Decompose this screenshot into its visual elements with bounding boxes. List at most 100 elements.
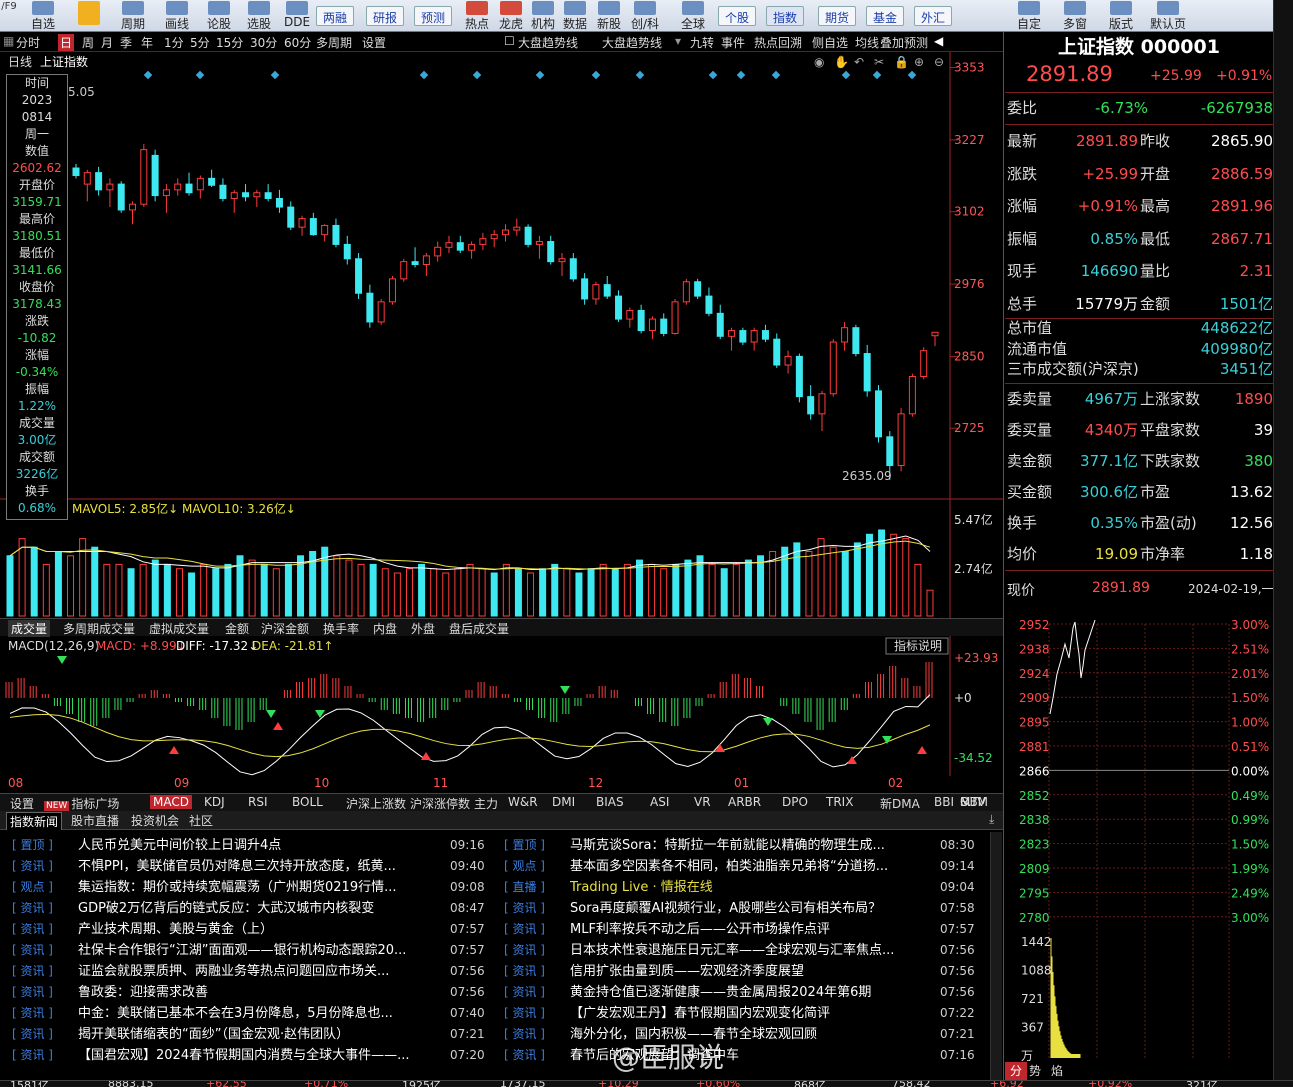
indicator-tab[interactable]: ASI <box>650 795 669 809</box>
overlay-hot-review[interactable]: 热点回溯 <box>754 34 802 51</box>
toolbar-ipo[interactable]: 新股 <box>592 1 626 32</box>
grid-icon[interactable]: ▦ <box>3 34 14 48</box>
news-item[interactable]: [ 资讯 ] 揭开美联储缩表的“面纱”（国金宏观·赵伟团队） 07:21 <box>12 1024 490 1045</box>
f9-icon[interactable]: /F9 <box>0 1 18 12</box>
news-item[interactable]: [ 资讯 ] 鲁政委：迎接需求改善 07:56 <box>12 982 490 1003</box>
news-item[interactable]: [ 置顶 ] 马斯克谈Sora：特斯拉一年前就能以精确的物理生成... 08:30 <box>504 835 980 856</box>
period-tab-60m[interactable]: 60分 <box>284 34 311 51</box>
news-item[interactable]: [ 资讯 ] 黄金持仓值已逐渐健康——贵金属周报2024年第6期 07:56 <box>504 982 980 1003</box>
indicator-tab[interactable]: NEW 指标广场 <box>44 795 119 812</box>
period-tab-week[interactable]: 周 <box>82 34 94 51</box>
overlay-events[interactable]: 事件 <box>721 34 745 51</box>
indicator-tab[interactable]: MACD <box>150 795 192 809</box>
button-index[interactable]: 指数 <box>766 6 805 26</box>
intraday-tab-flame[interactable]: 焰 <box>1051 1062 1063 1079</box>
toolbar-layout[interactable]: 版式 <box>1104 1 1138 32</box>
indicator-tab[interactable]: TRIX <box>826 795 853 809</box>
period-tab-month[interactable]: 月 <box>101 34 113 51</box>
vol-tab-multi[interactable]: 多周期成交量 <box>60 620 138 637</box>
period-tab-30m[interactable]: 30分 <box>250 34 277 51</box>
indicator-tab[interactable]: BIAS <box>596 795 624 809</box>
scissors-icon[interactable]: ✂ <box>874 55 884 69</box>
toolbar-institution[interactable]: 机构 <box>526 1 560 32</box>
period-tab-year[interactable]: 年 <box>141 34 153 51</box>
toolbar-item-1[interactable]: 周期 <box>116 1 150 32</box>
vol-tab-volume[interactable]: 成交量 <box>8 620 51 637</box>
overlay-trend-1[interactable]: 大盘趋势线 <box>518 34 578 51</box>
candlestick-chart[interactable]: 3353 3227 3102 2976 2850 2725 日线 上证指数 5.05 26… <box>0 52 1003 500</box>
toolbar-dragon[interactable]: 龙虎 <box>494 1 528 32</box>
news-item[interactable]: [ 资讯 ] 日本技术性衰退施压日元汇率——全球宏观与汇率焦点... 07:56 <box>504 940 980 961</box>
indicator-tab[interactable]: VR <box>694 795 711 809</box>
news-item[interactable]: [ 资讯 ] 产业技术周期、美股与黄金（上） 07:57 <box>12 919 490 940</box>
button-stock[interactable]: 个股 <box>718 6 757 26</box>
indicator-tab[interactable]: ARBR <box>728 795 761 809</box>
intraday-chart[interactable]: 2952 3.00% 2938 2.51% 2924 2.01% 2909 1.50% 2895… <box>1005 618 1273 1064</box>
news-scrollbar[interactable] <box>990 832 1002 1080</box>
overlay-side-watch[interactable]: 侧自选 <box>812 34 848 51</box>
vol-tab-after[interactable]: 盘后成交量 <box>446 620 512 637</box>
period-tab-intraday[interactable]: 分时 <box>16 34 40 51</box>
news-item[interactable]: [ 资讯 ] 春节后的宏观展望：调查中车 07:16 <box>504 1045 980 1066</box>
toolbar-multiwin[interactable]: 多窗 <box>1058 1 1092 32</box>
vol-tab-amount[interactable]: 金额 <box>222 620 252 637</box>
zoom-out-icon[interactable]: ⊖ <box>934 55 944 69</box>
news-item[interactable]: [ 资讯 ] 不惧PPI，美联储官员仍对降息三次持开放态度，纸黄... 09:40 <box>12 856 490 877</box>
indicator-tab[interactable]: 沪深涨停数 <box>410 795 470 812</box>
news-item[interactable]: [ 资讯 ] MLF利率按兵不动之后——公开市场操作点评 07:57 <box>504 919 980 940</box>
period-tab-quarter[interactable]: 季 <box>120 34 132 51</box>
news-item[interactable]: [ 资讯 ] 信用扩张由量到质——宏观经济季度展望 07:56 <box>504 961 980 982</box>
button-forecast[interactable]: 预测 <box>414 6 453 26</box>
zoom-in-icon[interactable]: ⊕ <box>914 55 924 69</box>
news-tab-index[interactable]: 指数新闻 <box>6 812 63 830</box>
intraday-tab-trend[interactable]: 势 <box>1029 1062 1041 1079</box>
news-item[interactable]: [ 置顶 ] 人民币兑美元中间价较上日调升4点 09:16 <box>12 835 490 856</box>
intraday-tab-min[interactable]: 分 <box>1005 1062 1027 1080</box>
hand-icon[interactable]: ✋ <box>834 55 849 69</box>
indicator-tab[interactable]: 沪深上涨数 <box>346 795 406 812</box>
overlay-forecast[interactable]: 预测 <box>904 34 928 51</box>
vol-tab-turnover[interactable]: 换手率 <box>320 620 362 637</box>
button-margin[interactable]: 两融 <box>316 6 355 26</box>
indicator-tab[interactable]: W&R <box>508 795 538 809</box>
overlay-ma[interactable]: 均线 <box>855 34 879 51</box>
news-item[interactable]: [ 资讯 ] 证监会就股票质押、两融业务等热点问题回应市场关... 07:56 <box>12 961 490 982</box>
button-forex[interactable]: 外汇 <box>914 6 953 26</box>
news-item[interactable]: [ 资讯 ] 中金：美联储已基本不会在3月份降息，5月份降息也... 07:40 <box>12 1003 490 1024</box>
news-item[interactable]: [ 资讯 ] 【广发宏观王丹】春节假期国内宏观变化简评 07:22 <box>504 1003 980 1024</box>
news-tab-live[interactable]: 股市直播 <box>68 812 122 829</box>
eye-icon[interactable]: ◉ <box>814 55 824 69</box>
news-item[interactable]: [ 观点 ] 集运指数：期价或持续宽幅震荡（广州期货0219行情... 09:08 <box>12 877 490 898</box>
overlay-stack[interactable]: 叠加 <box>880 34 904 51</box>
undo-icon[interactable]: ↶ <box>854 55 864 69</box>
period-tab-multi[interactable]: 多周期 <box>316 34 352 51</box>
vol-tab-virtual[interactable]: 虚拟成交量 <box>146 620 212 637</box>
macd-chart[interactable]: MACD(12,26,9) MACD: +8.99↓ DIFF: -17.32↓… <box>0 636 1003 776</box>
news-item[interactable]: [ 直播 ] Trading Live · 情报在线 09:04 <box>504 877 980 898</box>
news-item[interactable]: [ 资讯 ] 海外分化，国内积极——春节全球宏观回顾 07:21 <box>504 1024 980 1045</box>
indicator-tab[interactable]: RSI <box>248 795 268 809</box>
toolbar-hot[interactable]: 热点 <box>460 1 494 32</box>
button-research[interactable]: 研报 <box>366 6 405 26</box>
toolbar-item-5[interactable]: DDE <box>280 1 314 29</box>
toolbar-item-0[interactable]: 自选 <box>26 1 60 32</box>
indicator-tab[interactable]: DPO <box>782 795 808 809</box>
toolbar-default[interactable]: 默认页 <box>1146 1 1190 32</box>
news-item[interactable]: [ 观点 ] 基本面多空因素各不相同，柏类油脂亲兄弟将“分道扬... 09:14 <box>504 856 980 877</box>
toolbar-global[interactable]: 全球 <box>676 1 710 32</box>
news-item[interactable]: [ 资讯 ] 【国君宏观】2024春节假期国内消费与全球大事件——... 07:20 <box>12 1045 490 1066</box>
lock-icon[interactable]: 🔒 <box>894 55 909 69</box>
indicator-tab[interactable]: S.. <box>960 795 975 809</box>
period-tab-5m[interactable]: 5分 <box>190 34 210 51</box>
overlay-trend-2[interactable]: 大盘趋势线 <box>602 34 662 51</box>
dropdown-icon[interactable]: ▾ <box>675 34 681 48</box>
toolbar-custom[interactable]: 自定 <box>1012 1 1046 32</box>
download-icon[interactable]: ⤓ <box>986 812 997 827</box>
indicator-tab[interactable]: BOLL <box>292 795 323 809</box>
toolbar-data[interactable]: 数据 <box>558 1 592 32</box>
back-arrow-icon[interactable] <box>74 1 104 25</box>
vol-tab-hs-amount[interactable]: 沪深金额 <box>258 620 312 637</box>
button-futures[interactable]: 期货 <box>818 6 857 26</box>
news-item[interactable]: [ 资讯 ] GDP破2万亿背后的链式反应：大武汉城市内核裂变 08:47 <box>12 898 490 919</box>
indicator-tab[interactable]: BBI <box>934 795 954 809</box>
